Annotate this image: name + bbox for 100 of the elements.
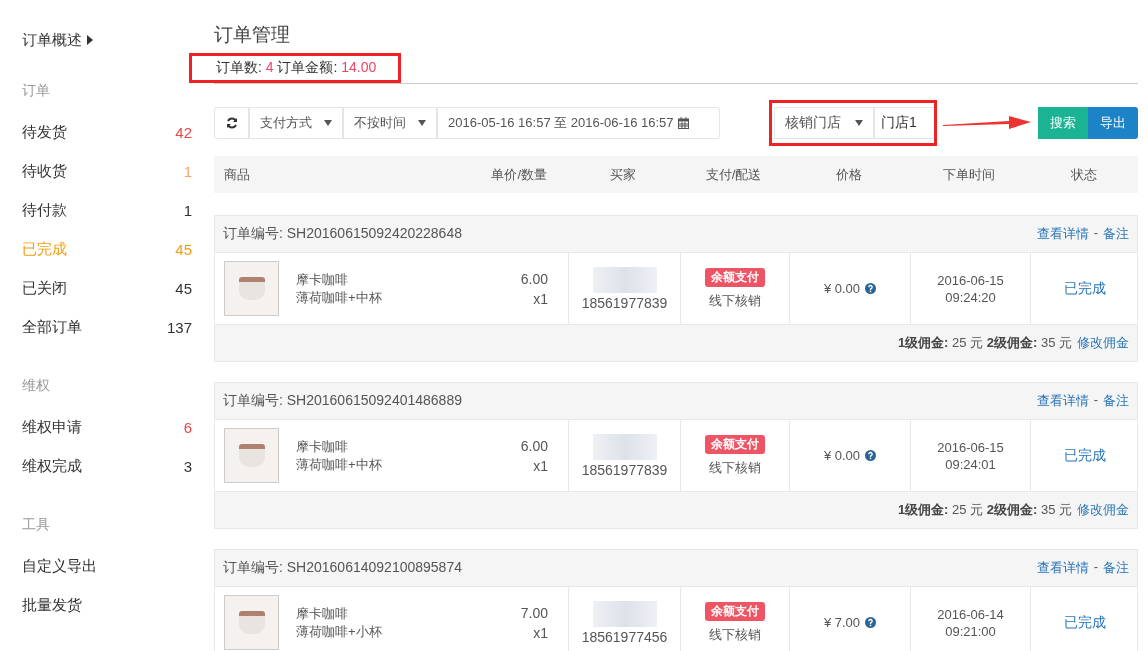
sidebar-item-count: 6	[183, 419, 192, 436]
product-name: 摩卡咖啡	[296, 437, 349, 456]
sidebar-item[interactable]: 待付款 1	[22, 191, 192, 230]
order-status-link[interactable]: 已完成	[1064, 279, 1106, 298]
buyer-phone: 18561977839	[581, 461, 668, 478]
help-icon	[865, 617, 877, 628]
delivery-method: 线下核销	[709, 291, 761, 310]
sidebar-item-count: 42	[175, 124, 192, 141]
sidebar-item-count: 45	[175, 241, 192, 258]
caret-icon	[324, 120, 332, 126]
sidebar-item-label: 待付款	[22, 201, 67, 220]
quantity: x1	[533, 456, 548, 476]
caret-icon	[87, 35, 93, 45]
order-number: 订单编号: SH20160615092420228648	[223, 225, 462, 243]
commission-info: 1级佣金: 25 元 2级佣金: 35 元	[897, 501, 1072, 519]
sidebar-item-label: 已完成	[22, 240, 67, 259]
blurred-name-placeholder	[592, 600, 657, 627]
order-status-link[interactable]: 已完成	[1064, 446, 1106, 465]
sidebar-item[interactable]: 维权申请 6	[22, 408, 192, 447]
order-summary: 订单数: 4 订单金额: 14.00	[189, 53, 402, 83]
product-spec: 薄荷咖啡+中杯	[296, 455, 382, 474]
sidebar-item[interactable]: 自定义导出	[22, 547, 192, 586]
sidebar-item-label: 已关闭	[22, 279, 67, 298]
export-button[interactable]: 导出	[1088, 107, 1138, 139]
sidebar-group-title: 维权	[22, 377, 51, 395]
sidebar-item-count: 1	[183, 163, 192, 180]
time-select[interactable]: 不按时间	[343, 107, 437, 139]
sidebar-item-count: 137	[166, 319, 192, 336]
help-icon	[865, 450, 877, 461]
sidebar-item-count: 45	[175, 280, 192, 297]
page-title: 订单管理	[214, 23, 291, 47]
sidebar-overview-link[interactable]: 订单概述	[22, 28, 192, 52]
link-separator: -	[1093, 225, 1098, 242]
edit-commission-link[interactable]: 修改佣金	[1077, 501, 1129, 519]
column-header: 价格	[834, 165, 863, 184]
sidebar-item-label: 维权申请	[22, 418, 82, 437]
unit-price: 6.00	[520, 436, 548, 456]
column-header: 下单时间	[942, 165, 996, 184]
buyer-phone: 18561977839	[581, 294, 668, 311]
store-input-field[interactable]: 门店1	[874, 107, 934, 139]
order-detail-link[interactable]: 查看详情	[1036, 559, 1089, 577]
order-detail-link[interactable]: 查看详情	[1036, 392, 1089, 410]
unit-price: 6.00	[520, 269, 548, 289]
sidebar-item-label: 批量发货	[22, 596, 82, 615]
order-note-link[interactable]: 备注	[1103, 225, 1129, 243]
order-amount: ¥ 0.00	[823, 448, 861, 463]
payment-badge: 余额支付	[705, 601, 765, 621]
sidebar-item-label: 待收货	[22, 162, 67, 181]
product-photo-placeholder	[224, 261, 279, 316]
sidebar-item-label: 自定义导出	[22, 557, 97, 576]
date-range-field[interactable]: 2016-05-16 16:57 至 2016-06-16 16:57	[437, 107, 720, 139]
order-status-link[interactable]: 已完成	[1064, 613, 1106, 632]
store-select[interactable]: 核销门店	[774, 107, 874, 139]
sidebar-item[interactable]: 已关闭 45	[22, 269, 192, 308]
sidebar-group-title: 工具	[22, 516, 51, 534]
quantity: x1	[533, 623, 548, 643]
commission-info: 1级佣金: 25 元 2级佣金: 35 元	[897, 334, 1072, 352]
blurred-name-placeholder	[592, 433, 657, 460]
product-name: 摩卡咖啡	[296, 270, 349, 289]
link-separator: -	[1093, 559, 1098, 576]
column-header: 支付/配送	[704, 165, 763, 184]
caret-icon	[418, 120, 426, 126]
product-spec: 薄荷咖啡+小杯	[296, 622, 382, 641]
order-amount: ¥ 0.00	[823, 281, 861, 296]
product-photo-placeholder	[224, 428, 279, 483]
sidebar-item[interactable]: 维权完成 3	[22, 447, 192, 486]
delivery-method: 线下核销	[709, 458, 761, 477]
order-detail-link[interactable]: 查看详情	[1036, 225, 1089, 243]
order-date: 2016-06-15	[937, 439, 1004, 455]
sidebar-item[interactable]: 全部订单 137	[22, 308, 192, 347]
payment-select[interactable]: 支付方式	[249, 107, 343, 139]
column-header: 状态	[1069, 165, 1098, 184]
order-time: 09:21:00	[945, 623, 996, 639]
edit-commission-link[interactable]: 修改佣金	[1077, 334, 1129, 352]
refresh-icon	[225, 117, 238, 129]
sidebar-item-count: 1	[183, 202, 192, 219]
order-amount: ¥ 7.00	[823, 615, 861, 630]
refresh-button[interactable]	[214, 107, 249, 139]
column-header: 商品	[224, 165, 250, 184]
caret-icon	[855, 120, 863, 126]
sidebar-item-count: 3	[183, 458, 192, 475]
order-note-link[interactable]: 备注	[1103, 392, 1129, 410]
product-spec: 薄荷咖啡+中杯	[296, 288, 382, 307]
quantity: x1	[533, 289, 548, 309]
calendar-icon	[677, 117, 689, 129]
delivery-method: 线下核销	[709, 625, 761, 644]
sidebar-item[interactable]: 待收货 1	[22, 152, 192, 191]
order-time: 09:24:20	[945, 289, 996, 305]
order-note-link[interactable]: 备注	[1103, 559, 1129, 577]
payment-badge: 余额支付	[705, 267, 765, 287]
sidebar-item-label: 待发货	[22, 123, 67, 142]
buyer-phone: 18561977456	[581, 628, 668, 645]
order-number: 订单编号: SH20160615092401486889	[223, 392, 462, 410]
sidebar-group-title: 订单	[22, 82, 51, 100]
blurred-name-placeholder	[592, 266, 657, 293]
order-date: 2016-06-15	[937, 272, 1004, 288]
help-icon	[865, 283, 877, 294]
product-name: 摩卡咖啡	[296, 604, 349, 623]
sidebar-item[interactable]: 批量发货	[22, 586, 192, 625]
sidebar-item[interactable]: 待发货 42	[22, 113, 192, 152]
